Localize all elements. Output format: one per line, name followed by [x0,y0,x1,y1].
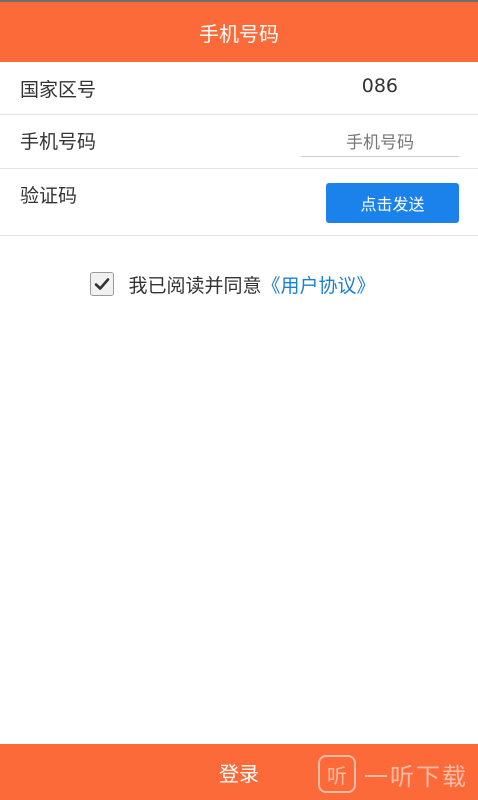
verification-row: 验证码 点击发送 [0,169,478,236]
watermark: 听 一听下载 [318,752,468,796]
country-code-value[interactable]: 086 [362,75,398,97]
send-code-button[interactable]: 点击发送 [326,183,459,223]
phone-row: 手机号码 [0,115,478,169]
login-button-label: 登录 [219,761,259,786]
phone-input[interactable] [301,129,459,157]
page-title: 手机号码 [199,21,279,46]
page-header: 手机号码 [0,2,478,62]
checkmark-icon [95,278,110,290]
agreement-row: 我已阅读并同意 《用户协议》 [0,268,478,300]
country-code-label: 国家区号 [20,79,97,101]
phone-label: 手机号码 [20,131,97,153]
agreement-text: 我已阅读并同意 [128,274,262,297]
watermark-logo-icon: 听 [318,755,356,793]
user-agreement-link[interactable]: 《用户协议》 [262,271,376,298]
country-code-row[interactable]: 国家区号 086 [0,62,478,115]
watermark-text: 一听下载 [364,762,468,791]
verification-label: 验证码 [20,185,78,207]
agreement-checkbox[interactable] [90,272,115,296]
